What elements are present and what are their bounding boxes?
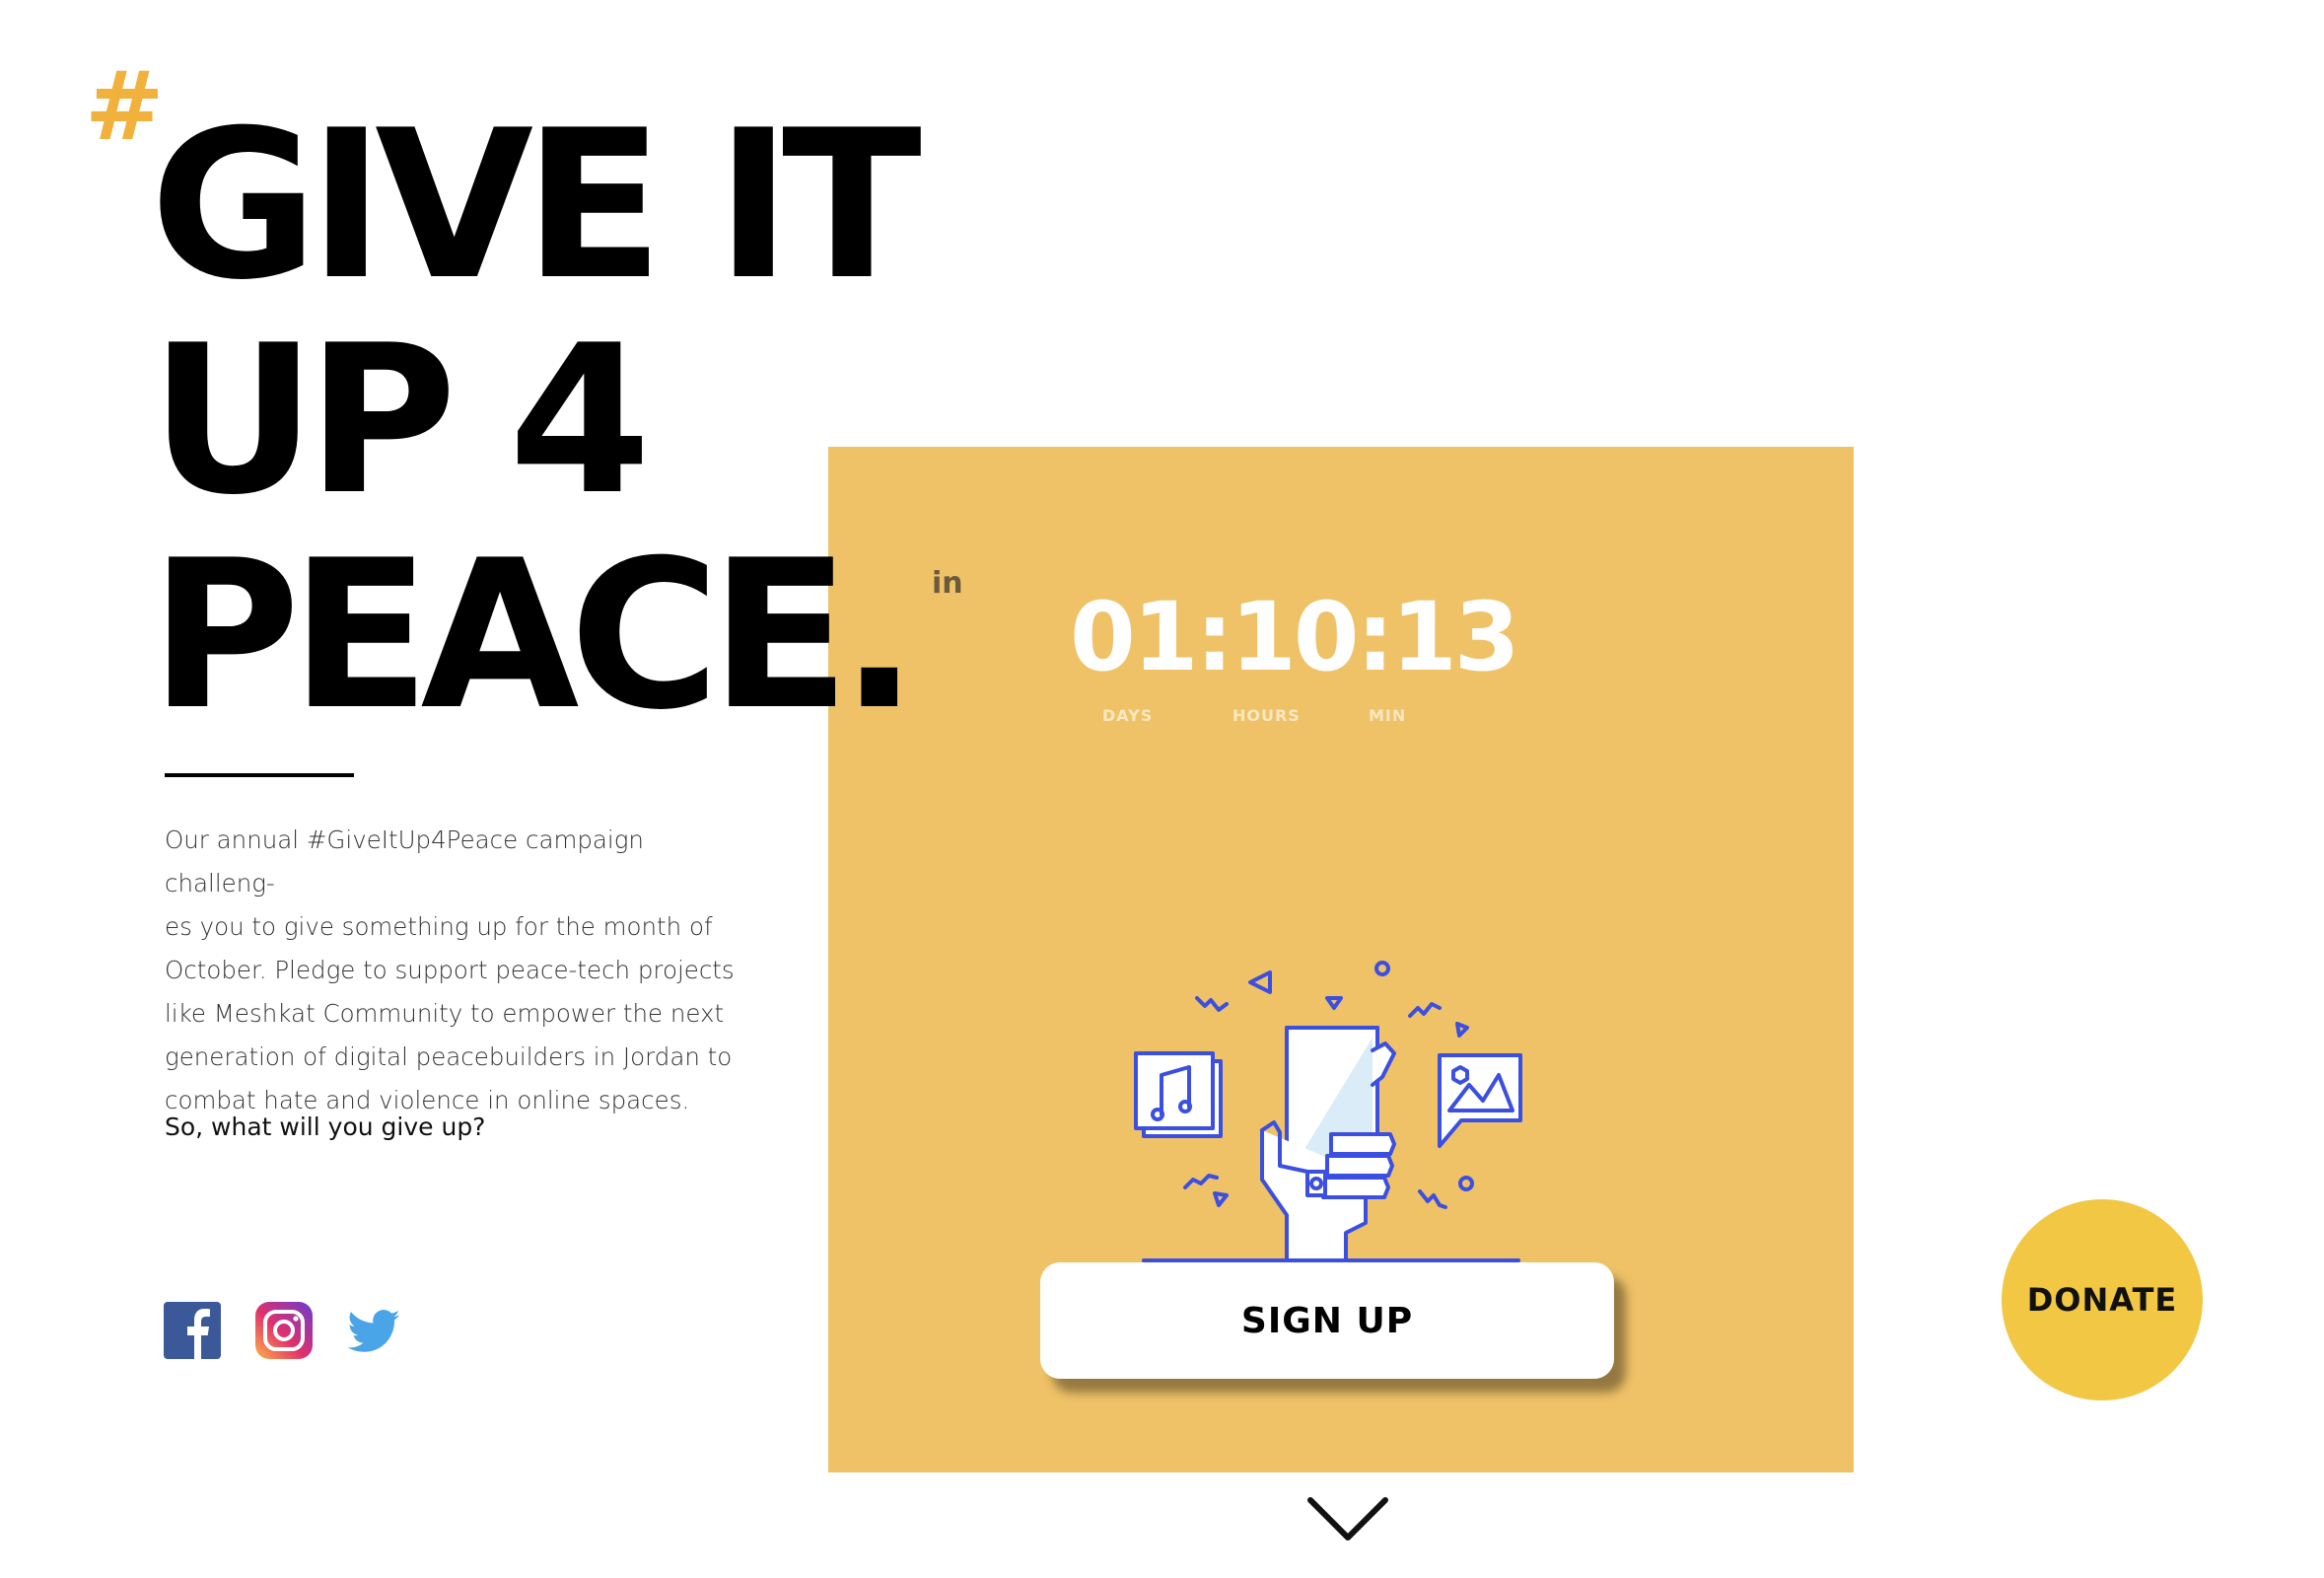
description-line: like Meshkat Community to empower the ne…: [165, 999, 725, 1028]
countdown-prefix: in: [932, 566, 963, 601]
countdown-timer: 01:10:13: [1070, 582, 1520, 692]
twitter-icon[interactable]: [345, 1302, 402, 1359]
donate-button[interactable]: DONATE: [2002, 1199, 2203, 1400]
hand-holding-phone-illustration: [1134, 961, 1522, 1262]
call-to-action-question: So, what will you give up?: [165, 1112, 486, 1141]
campaign-description: Our annual #GiveItUp4Peace campaign chal…: [165, 819, 756, 1122]
description-line: es you to give something up for the mont…: [165, 912, 713, 941]
sign-up-button[interactable]: SIGN UP: [1040, 1262, 1614, 1379]
headline-line: GIVE IT: [150, 87, 922, 325]
page-headline: GIVE IT UP 4 PEACE.: [150, 87, 922, 755]
section-divider: [165, 773, 354, 777]
headline-line: UP 4: [150, 302, 651, 540]
chevron-down-icon[interactable]: [1306, 1494, 1389, 1543]
countdown-unit-min: MIN: [1369, 706, 1407, 725]
description-line: October. Pledge to support peace-tech pr…: [165, 956, 735, 984]
countdown-unit-days: DAYS: [1102, 706, 1154, 725]
description-line: Our annual #GiveItUp4Peace campaign chal…: [165, 825, 644, 897]
headline-line: PEACE.: [150, 517, 918, 755]
countdown-unit-hours: HOURS: [1232, 706, 1301, 725]
description-line: generation of digital peacebuilders in J…: [165, 1042, 733, 1071]
instagram-icon[interactable]: [255, 1302, 313, 1359]
facebook-icon[interactable]: [164, 1302, 221, 1359]
landing-page: # GIVE IT UP 4 PEACE. in 01:10:13 DAYS H…: [0, 0, 2324, 1578]
